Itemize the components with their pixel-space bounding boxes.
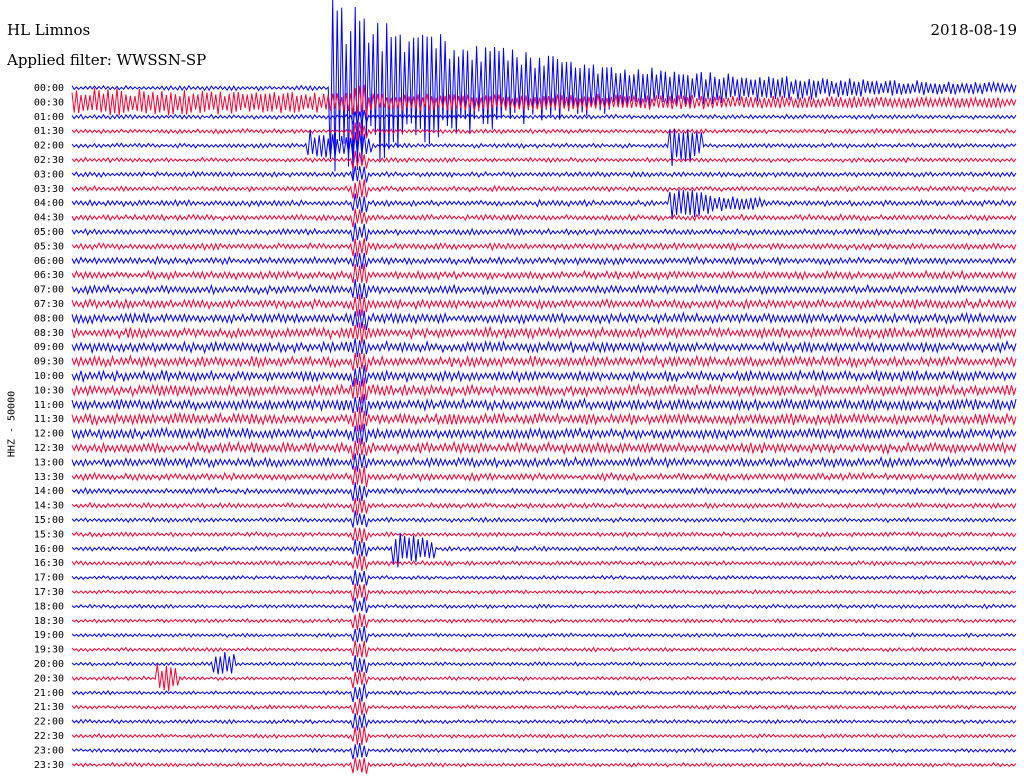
row-time-label: 00:00 [34, 83, 64, 94]
trace-row [71, 612, 1017, 631]
trace-row [71, 726, 1017, 745]
trace-row [71, 713, 1017, 731]
trace-row [71, 423, 1017, 445]
row-time-label: 12:30 [34, 443, 64, 454]
trace-row [71, 0, 1017, 179]
row-time-label: 21:30 [34, 702, 64, 713]
row-time-label: 02:00 [34, 141, 64, 152]
row-time-label: 13:00 [34, 457, 64, 468]
trace-row [71, 482, 1017, 502]
row-time-label: 05:30 [34, 241, 64, 252]
trace-row [71, 743, 1017, 760]
trace-row [71, 527, 1017, 544]
row-time-label: 20:00 [34, 659, 64, 670]
trace-row [71, 596, 1017, 614]
trace-row [71, 652, 1017, 675]
row-time-label: 08:00 [34, 313, 64, 324]
trace-row [71, 510, 1017, 528]
row-time-label: 08:30 [34, 328, 64, 339]
row-time-label: 13:30 [34, 472, 64, 483]
row-time-label: 06:00 [34, 256, 64, 267]
row-time-label: 15:00 [34, 515, 64, 526]
row-time-label: 05:00 [34, 227, 64, 238]
trace-row [71, 683, 1017, 703]
row-time-label: 01:00 [34, 112, 64, 123]
trace-row [71, 640, 1017, 658]
row-time-label: 17:00 [34, 573, 64, 584]
trace-row [71, 453, 1017, 472]
row-time-label: 10:00 [34, 371, 64, 382]
row-time-label: 09:30 [34, 357, 64, 368]
trace-row [71, 238, 1017, 257]
row-time-label: 07:30 [34, 299, 64, 310]
trace-row [71, 352, 1017, 373]
trace-row [71, 252, 1017, 270]
trace-row [71, 294, 1017, 317]
row-time-label: 03:30 [34, 184, 64, 195]
row-time-label: 16:30 [34, 558, 64, 569]
row-time-label: 06:30 [34, 270, 64, 281]
trace-row [71, 497, 1017, 516]
trace-row [71, 569, 1017, 586]
row-time-label: 18:30 [34, 616, 64, 627]
trace-row [71, 122, 1017, 141]
trace-row [71, 365, 1017, 387]
row-time-label: 23:00 [34, 745, 64, 756]
trace-row [71, 150, 1017, 170]
row-time-label: 21:00 [34, 688, 64, 699]
row-time-label: 00:30 [34, 97, 64, 108]
row-time-label: 18:00 [34, 601, 64, 612]
trace-row [71, 583, 1017, 602]
row-time-label: 03:00 [34, 169, 64, 180]
trace-row [71, 208, 1017, 228]
row-time-label: 14:30 [34, 501, 64, 512]
trace-row [71, 626, 1017, 643]
row-time-label: 01:30 [34, 126, 64, 137]
trace-row [71, 189, 1017, 219]
trace-row [71, 222, 1017, 242]
trace-row [71, 663, 1017, 692]
trace-row [71, 179, 1017, 199]
trace-row [71, 377, 1017, 404]
row-time-label: 12:00 [34, 429, 64, 440]
row-time-label: 02:30 [34, 155, 64, 166]
trace-row [71, 466, 1017, 488]
row-time-label: 15:30 [34, 529, 64, 540]
seismogram-plot: 00:00 00:30 01:00 01:30 02:00 02:30 03:00 03:30… [34, 0, 1017, 774]
trace-row [71, 165, 1017, 183]
row-time-label: 09:00 [34, 342, 64, 353]
trace-row [71, 338, 1017, 358]
row-time-label: 22:00 [34, 717, 64, 728]
trace-row [71, 698, 1017, 716]
row-time-label: 22:30 [34, 731, 64, 742]
trace-row [71, 279, 1017, 299]
row-time-label: 14:00 [34, 486, 64, 497]
row-time-label: 23:30 [34, 760, 64, 771]
row-time-label: 10:30 [34, 385, 64, 396]
trace-row [71, 263, 1017, 284]
row-time-label: 19:30 [34, 645, 64, 656]
row-time-label: 17:30 [34, 587, 64, 598]
row-time-label: 11:00 [34, 400, 64, 411]
row-time-label: 19:00 [34, 630, 64, 641]
row-time-label: 04:30 [34, 213, 64, 224]
row-time-label: 16:00 [34, 544, 64, 555]
row-time-label: 04:00 [34, 198, 64, 209]
trace-row [71, 109, 1017, 125]
trace-row [71, 322, 1017, 344]
trace-row [71, 554, 1017, 572]
row-time-label: 07:00 [34, 285, 64, 296]
row-time-label: 20:30 [34, 673, 64, 684]
trace-row [71, 309, 1017, 330]
row-time-label: 11:30 [34, 414, 64, 425]
trace-row [71, 757, 1017, 774]
trace-row [71, 437, 1017, 461]
